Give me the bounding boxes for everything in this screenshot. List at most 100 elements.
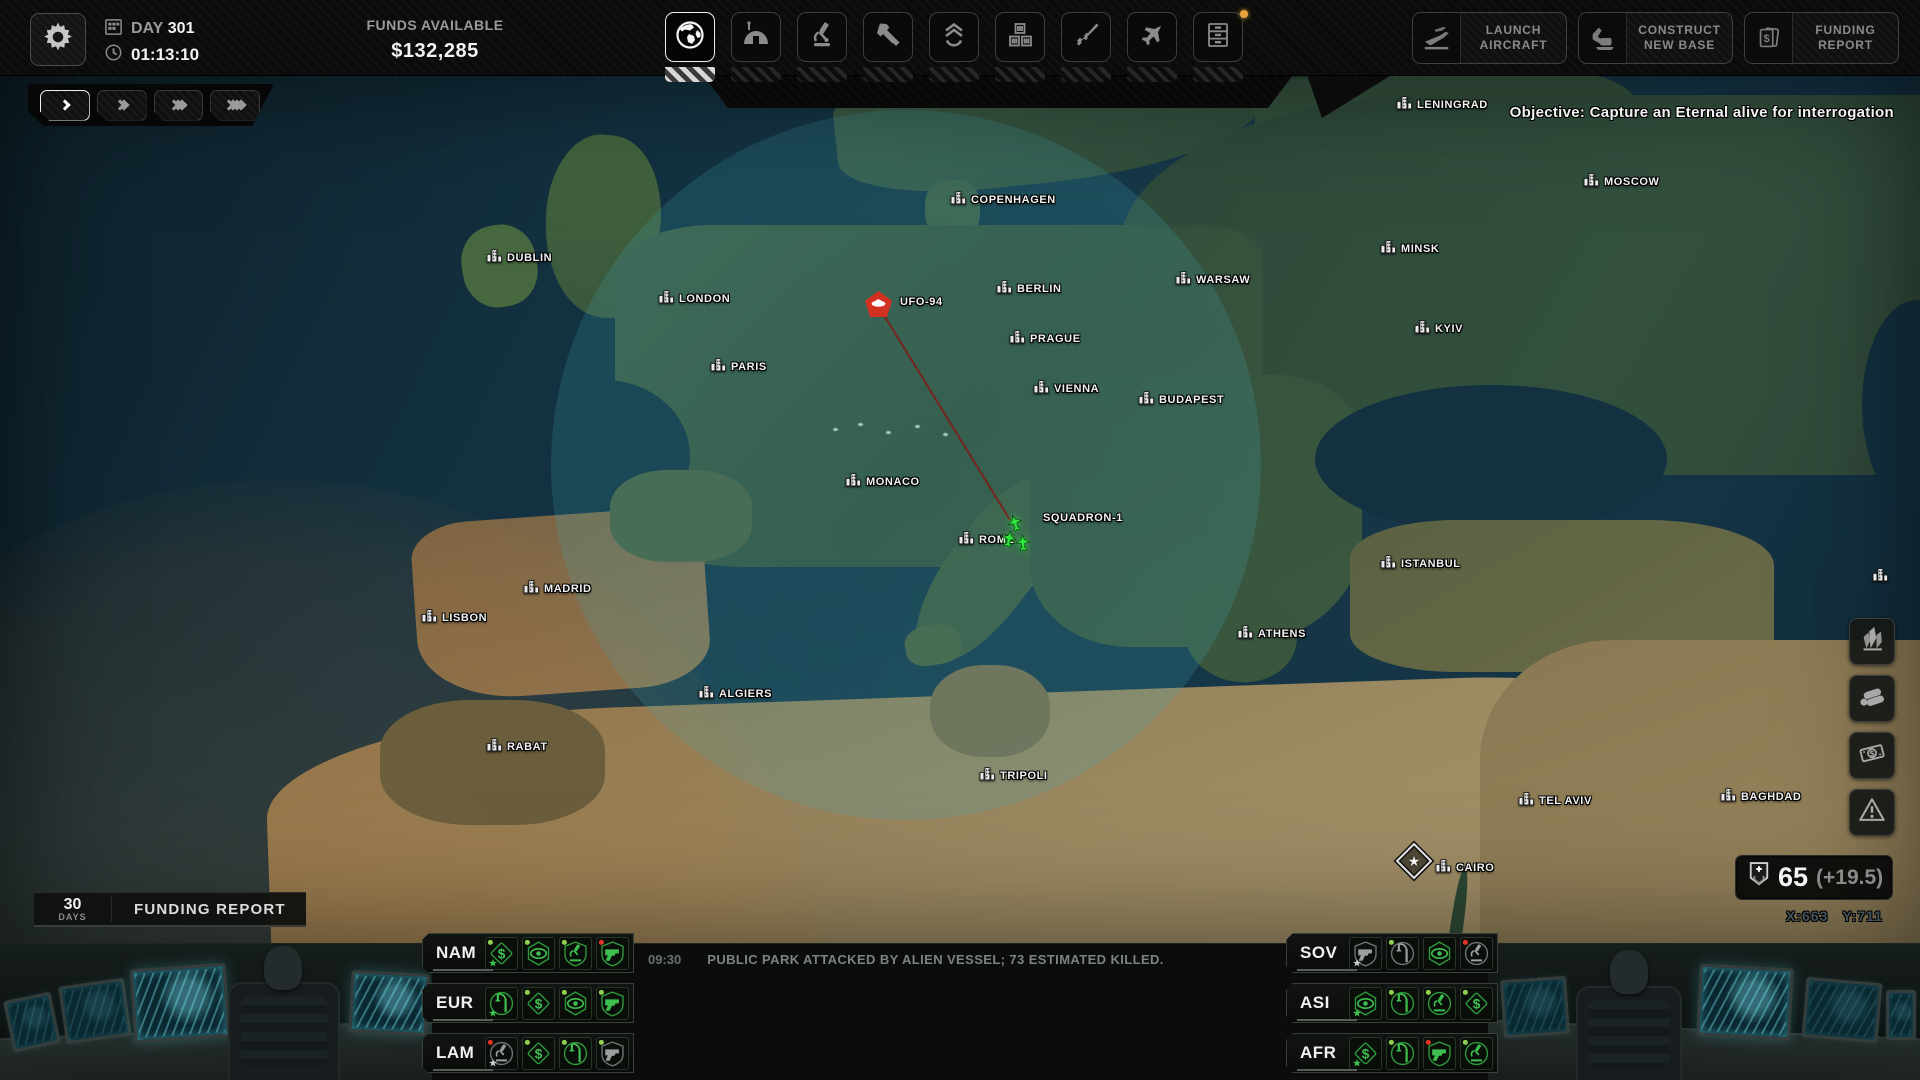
city-marker-kyiv[interactable]: KYIV — [1414, 319, 1463, 339]
nav-tab-research[interactable] — [797, 12, 847, 62]
city-label: MADRID — [544, 583, 592, 595]
city-marker-athens[interactable]: ATHENS — [1237, 624, 1306, 644]
region-row-asi[interactable]: ASI ★ $ — [1286, 983, 1498, 1023]
nav-tab-storage[interactable] — [995, 12, 1045, 62]
city-marker-algiers[interactable]: ALGIERS — [698, 684, 772, 704]
score-panel[interactable]: 65 (+19.5) — [1735, 855, 1893, 900]
nav-tab-engineering[interactable] — [863, 12, 913, 62]
city-marker-berlin[interactable]: BERLIN — [996, 279, 1062, 299]
region-eur-dollar-icon[interactable]: $ — [522, 987, 555, 1020]
city-marker-moscow[interactable]: MOSCOW — [1583, 172, 1660, 192]
region-sov-pistol-icon[interactable]: ★ — [1349, 937, 1382, 970]
region-afr-dollar-icon[interactable]: $ ★ — [1349, 1037, 1382, 1070]
region-nam-microscope-icon[interactable] — [559, 937, 592, 970]
time-speed-1-button[interactable] — [40, 90, 90, 121]
region-row-sov[interactable]: SOV ★ — [1286, 933, 1498, 973]
time-speed-3-button[interactable] — [154, 90, 204, 121]
region-eur-eye-icon[interactable] — [559, 987, 592, 1020]
rank-icon — [938, 19, 970, 56]
alerts-button[interactable] — [1849, 789, 1895, 836]
region-lam-dollar-icon[interactable]: $ — [522, 1037, 555, 1070]
city-marker-paris[interactable]: PARIS — [710, 357, 767, 377]
nav-tab-base[interactable] — [731, 12, 781, 62]
time-speed-4-button[interactable] — [210, 90, 260, 121]
city-marker-london[interactable]: LONDON — [658, 289, 730, 309]
funds-value: $132,285 — [391, 40, 479, 62]
nav-tab-soldiers[interactable] — [929, 12, 979, 62]
city-marker-rabat[interactable]: RABAT — [486, 737, 548, 757]
region-row-lam[interactable]: LAM ★ $ — [422, 1033, 634, 1073]
region-afr-caliper-icon[interactable] — [1386, 1037, 1419, 1070]
city-marker-baghdad[interactable]: BAGHDAD — [1720, 787, 1801, 807]
monitor — [348, 970, 430, 1036]
cash-icon: $ — [1857, 738, 1887, 773]
region-nam-dollar-icon[interactable]: $ ★ — [485, 937, 518, 970]
city-marker-stockholm[interactable]: STOCKHOLM — [1090, 86, 1187, 106]
operator-chair — [228, 982, 340, 1080]
funding-report-label: FUNDING REPORT — [1793, 13, 1898, 63]
region-eur-pistol-icon[interactable] — [596, 987, 629, 1020]
city-icon — [1518, 791, 1535, 811]
city-label: COPENHAGEN — [971, 194, 1056, 206]
monitor — [129, 962, 231, 1044]
region-sov-caliper-icon[interactable] — [1386, 937, 1419, 970]
city-marker-edge[interactable] — [1872, 567, 1889, 587]
city-icon — [1380, 554, 1397, 574]
region-lam-microscope-icon[interactable]: ★ — [485, 1037, 518, 1070]
region-asi-dollar-icon[interactable]: $ — [1460, 987, 1493, 1020]
region-asi-microscope-icon[interactable] — [1423, 987, 1456, 1020]
city-marker-istanbul[interactable]: ISTANBUL — [1380, 554, 1461, 574]
region-asi-caliper-icon[interactable] — [1386, 987, 1419, 1020]
city-marker-lisbon[interactable]: LISBON — [421, 608, 487, 628]
nav-tab-geoscape[interactable] — [665, 12, 715, 62]
region-sov-eye-icon[interactable] — [1423, 937, 1456, 970]
city-marker-cairo[interactable]: CAIRO — [1435, 858, 1494, 878]
construct-new-base-button[interactable]: CONSTRUCT NEW BASE — [1578, 12, 1733, 64]
resources-cash-button[interactable]: $ — [1849, 732, 1895, 779]
city-marker-madrid[interactable]: MADRID — [523, 579, 592, 599]
city-marker-vienna[interactable]: VIENNA — [1033, 379, 1099, 399]
nav-tab-archive[interactable] — [1193, 12, 1243, 62]
squadron-label: SQUADRON-1 — [1043, 512, 1123, 524]
city-marker-dublin[interactable]: DUBLIN — [486, 248, 552, 268]
settings-button[interactable] — [30, 13, 86, 66]
region-nam-eye-icon[interactable] — [522, 937, 555, 970]
region-afr-pistol-icon[interactable] — [1423, 1037, 1456, 1070]
city-marker-tripoli[interactable]: TRIPOLI — [979, 766, 1048, 786]
nav-tab-armory[interactable] — [1061, 12, 1111, 62]
region-row-eur[interactable]: EUR ★ $ — [422, 983, 634, 1023]
city-marker-budapest[interactable]: BUDAPEST — [1138, 390, 1224, 410]
city-icon — [421, 608, 438, 628]
city-marker-minsk[interactable]: MINSK — [1380, 239, 1439, 259]
city-marker-helsinki[interactable]: HELSINKI — [1255, 76, 1332, 82]
region-label: LAM — [436, 1043, 475, 1062]
region-row-nam[interactable]: NAM $ ★ — [422, 933, 634, 973]
region-sov-microscope-icon[interactable] — [1460, 937, 1493, 970]
city-marker-monaco[interactable]: MONACO — [845, 472, 920, 492]
world-map[interactable]: STOCKHOLM HELSINKI LENINGRAD COPENHAGEN MOSC… — [0, 76, 1920, 943]
region-lam-caliper-icon[interactable] — [559, 1037, 592, 1070]
city-marker-leningrad[interactable]: LENINGRAD — [1396, 95, 1488, 115]
city-marker-copenhagen[interactable]: COPENHAGEN — [950, 190, 1056, 210]
launch-aircraft-button[interactable]: LAUNCH AIRCRAFT — [1412, 12, 1567, 64]
funding-report-button[interactable]: $ FUNDING REPORT — [1744, 12, 1899, 64]
squadron-jet-icon[interactable] — [1013, 533, 1032, 552]
funding-countdown-panel[interactable]: 30 DAYS FUNDING REPORT — [34, 892, 306, 927]
city-label: BAGHDAD — [1741, 791, 1802, 803]
region-row-afr[interactable]: AFR $ ★ — [1286, 1033, 1498, 1073]
nav-tab-aircraft[interactable] — [1127, 12, 1177, 62]
region-asi-eye-icon[interactable]: ★ — [1349, 987, 1382, 1020]
time-speed-2-button[interactable] — [97, 90, 147, 121]
region-lam-pistol-icon[interactable] — [596, 1037, 629, 1070]
city-marker-prague[interactable]: PRAGUE — [1009, 329, 1081, 349]
player-base-marker[interactable]: ★ — [1395, 842, 1433, 880]
region-afr-microscope-icon[interactable] — [1460, 1037, 1493, 1070]
nav-tab-strip — [995, 67, 1045, 82]
city-marker-tel-aviv[interactable]: TEL AVIV — [1518, 791, 1592, 811]
region-nam-pistol-icon[interactable] — [596, 937, 629, 970]
city-label: HELSINKI — [1276, 76, 1332, 78]
city-marker-warsaw[interactable]: WARSAW — [1175, 270, 1250, 290]
resources-crystals-button[interactable] — [1849, 618, 1895, 665]
region-eur-caliper-icon[interactable]: ★ — [485, 987, 518, 1020]
resources-alloys-button[interactable] — [1849, 675, 1895, 722]
